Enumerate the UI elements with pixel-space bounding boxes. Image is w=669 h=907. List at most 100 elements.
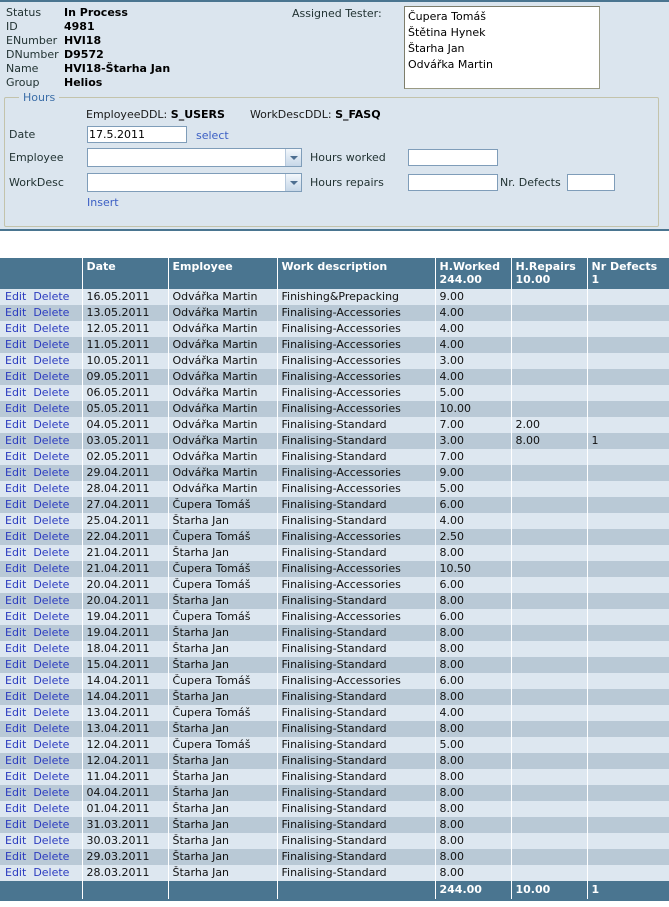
delete-link[interactable]: Delete	[33, 354, 69, 367]
tester-list-item[interactable]: Štarha Jan	[408, 41, 599, 57]
hours-worked-input[interactable]	[408, 149, 498, 166]
delete-link[interactable]: Delete	[33, 482, 69, 495]
edit-link[interactable]: Edit	[5, 418, 26, 431]
delete-link[interactable]: Delete	[33, 754, 69, 767]
delete-link[interactable]: Delete	[33, 690, 69, 703]
edit-link[interactable]: Edit	[5, 658, 26, 671]
edit-link[interactable]: Edit	[5, 866, 26, 879]
delete-link[interactable]: Delete	[33, 530, 69, 543]
edit-link[interactable]: Edit	[5, 386, 26, 399]
row-hours-repairs-cell	[511, 369, 588, 385]
delete-link[interactable]: Delete	[33, 322, 69, 335]
employee-dropdown[interactable]	[87, 148, 302, 167]
table-row: Edit Delete 14.04.2011 Čupera Tomáš Finalisi…	[0, 673, 669, 689]
delete-link[interactable]: Delete	[33, 818, 69, 831]
chevron-down-icon[interactable]	[285, 174, 301, 191]
row-command-cell: Edit Delete	[0, 833, 83, 849]
delete-link[interactable]: Delete	[33, 658, 69, 671]
delete-link[interactable]: Delete	[33, 626, 69, 639]
workdesc-dropdown[interactable]	[87, 173, 302, 192]
edit-link[interactable]: Edit	[5, 450, 26, 463]
edit-link[interactable]: Edit	[5, 594, 26, 607]
edit-link[interactable]: Edit	[5, 834, 26, 847]
edit-link[interactable]: Edit	[5, 738, 26, 751]
insert-button[interactable]: Insert	[87, 196, 119, 209]
edit-link[interactable]: Edit	[5, 754, 26, 767]
edit-link[interactable]: Edit	[5, 802, 26, 815]
date-input[interactable]	[87, 126, 187, 143]
edit-link[interactable]: Edit	[5, 546, 26, 559]
delete-link[interactable]: Delete	[33, 578, 69, 591]
delete-link[interactable]: Delete	[33, 594, 69, 607]
edit-link[interactable]: Edit	[5, 674, 26, 687]
delete-link[interactable]: Delete	[33, 514, 69, 527]
edit-link[interactable]: Edit	[5, 306, 26, 319]
row-employee-cell: Štarha Jan	[168, 801, 278, 817]
delete-link[interactable]: Delete	[33, 498, 69, 511]
tester-list-item[interactable]: Čupera Tomáš	[408, 9, 599, 25]
assigned-tester-listbox[interactable]: Čupera Tomáš Štětina Hynek Štarha Jan Od…	[404, 6, 600, 89]
edit-link[interactable]: Edit	[5, 642, 26, 655]
edit-link[interactable]: Edit	[5, 290, 26, 303]
delete-link[interactable]: Delete	[33, 386, 69, 399]
table-row: Edit Delete 09.05.2011 Odvářka Martin Finali…	[0, 369, 669, 385]
delete-link[interactable]: Delete	[33, 834, 69, 847]
delete-link[interactable]: Delete	[33, 450, 69, 463]
delete-link[interactable]: Delete	[33, 290, 69, 303]
delete-link[interactable]: Delete	[33, 418, 69, 431]
edit-link[interactable]: Edit	[5, 466, 26, 479]
nr-defects-input[interactable]	[567, 174, 615, 191]
delete-link[interactable]: Delete	[33, 786, 69, 799]
edit-link[interactable]: Edit	[5, 722, 26, 735]
edit-link[interactable]: Edit	[5, 370, 26, 383]
edit-link[interactable]: Edit	[5, 850, 26, 863]
delete-link[interactable]: Delete	[33, 802, 69, 815]
tester-list-item[interactable]: Štětina Hynek	[408, 25, 599, 41]
tester-list-item[interactable]: Odvářka Martin	[408, 57, 599, 73]
row-hours-worked-cell: 8.00	[435, 817, 512, 833]
chevron-down-icon[interactable]	[285, 149, 301, 166]
edit-link[interactable]: Edit	[5, 498, 26, 511]
edit-link[interactable]: Edit	[5, 338, 26, 351]
delete-link[interactable]: Delete	[33, 434, 69, 447]
delete-link[interactable]: Delete	[33, 738, 69, 751]
edit-link[interactable]: Edit	[5, 482, 26, 495]
delete-link[interactable]: Delete	[33, 850, 69, 863]
row-hours-repairs-cell	[511, 497, 588, 513]
edit-link[interactable]: Edit	[5, 322, 26, 335]
edit-link[interactable]: Edit	[5, 562, 26, 575]
edit-link[interactable]: Edit	[5, 818, 26, 831]
delete-link[interactable]: Delete	[33, 402, 69, 415]
delete-link[interactable]: Delete	[33, 866, 69, 879]
edit-link[interactable]: Edit	[5, 578, 26, 591]
delete-link[interactable]: Delete	[33, 546, 69, 559]
delete-link[interactable]: Delete	[33, 338, 69, 351]
edit-link[interactable]: Edit	[5, 610, 26, 623]
delete-link[interactable]: Delete	[33, 770, 69, 783]
table-row: Edit Delete 11.04.2011 Štarha Jan Finalising…	[0, 769, 669, 785]
delete-link[interactable]: Delete	[33, 674, 69, 687]
delete-link[interactable]: Delete	[33, 466, 69, 479]
edit-link[interactable]: Edit	[5, 706, 26, 719]
delete-link[interactable]: Delete	[33, 706, 69, 719]
edit-link[interactable]: Edit	[5, 770, 26, 783]
delete-link[interactable]: Delete	[33, 722, 69, 735]
delete-link[interactable]: Delete	[33, 370, 69, 383]
delete-link[interactable]: Delete	[33, 610, 69, 623]
edit-link[interactable]: Edit	[5, 514, 26, 527]
delete-link[interactable]: Delete	[33, 562, 69, 575]
hours-repairs-input[interactable]	[408, 174, 498, 191]
delete-link[interactable]: Delete	[33, 306, 69, 319]
edit-link[interactable]: Edit	[5, 626, 26, 639]
table-row: Edit Delete 25.04.2011 Štarha Jan Finalising…	[0, 513, 669, 529]
edit-link[interactable]: Edit	[5, 530, 26, 543]
select-date-link[interactable]: select	[196, 129, 229, 142]
edit-link[interactable]: Edit	[5, 690, 26, 703]
delete-link[interactable]: Delete	[33, 642, 69, 655]
row-hours-repairs-cell	[511, 465, 588, 481]
edit-link[interactable]: Edit	[5, 402, 26, 415]
edit-link[interactable]: Edit	[5, 354, 26, 367]
edit-link[interactable]: Edit	[5, 786, 26, 799]
edit-link[interactable]: Edit	[5, 434, 26, 447]
row-hours-repairs-cell	[511, 689, 588, 705]
